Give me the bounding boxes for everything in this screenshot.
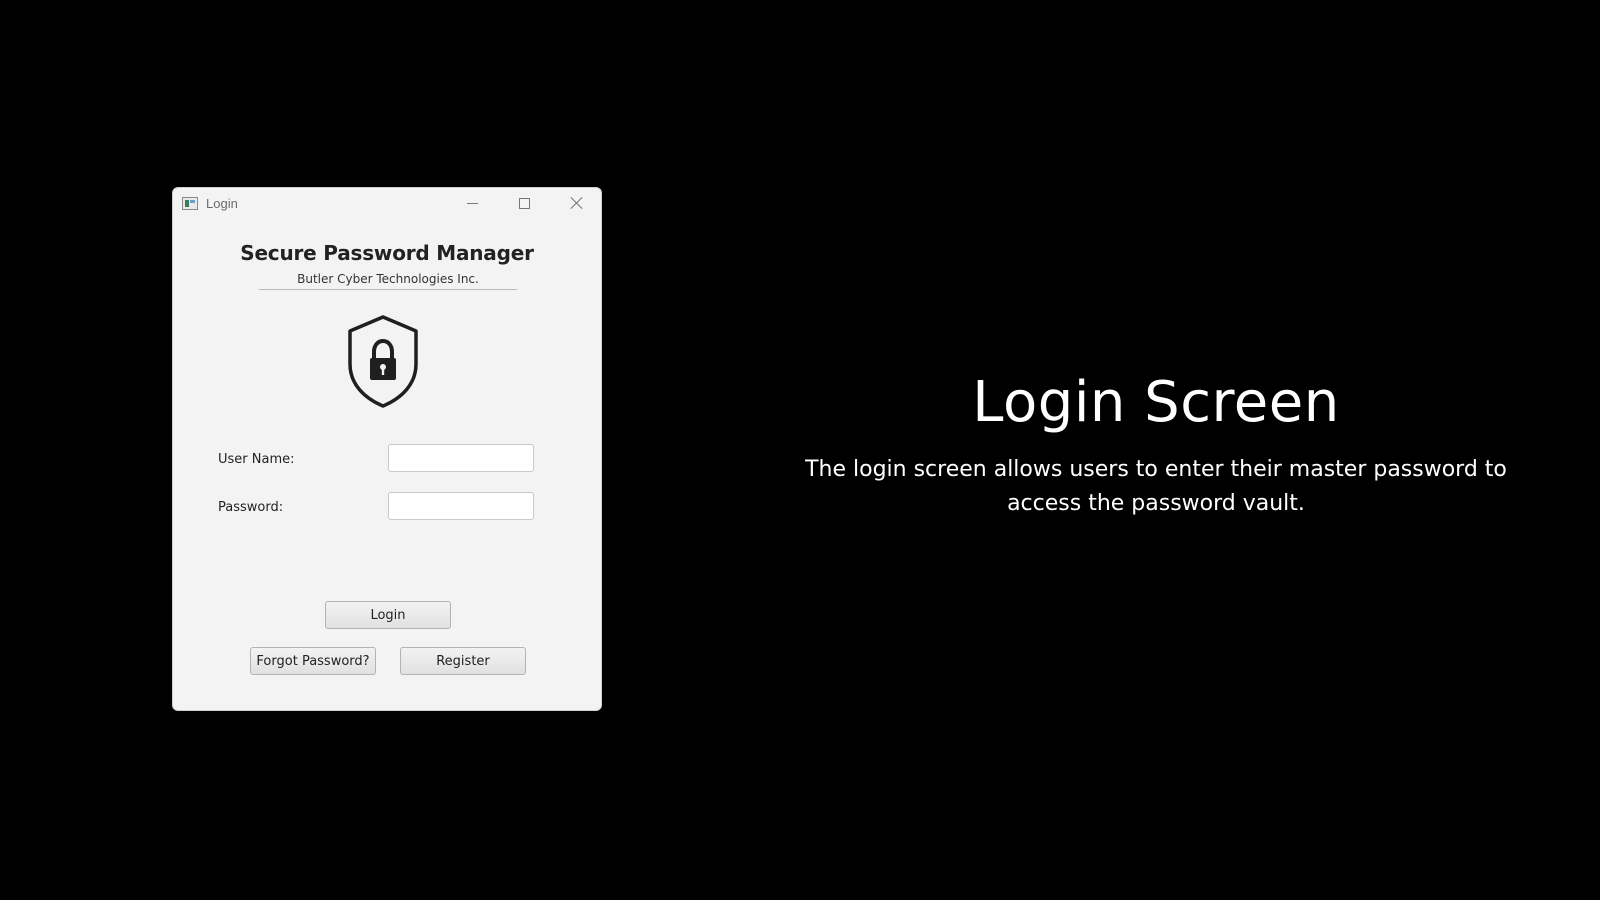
login-window: Login Secure Password Manager Butler Cyb… [172, 187, 602, 711]
close-icon [570, 196, 583, 209]
window-title: Login [206, 196, 238, 211]
app-icon [182, 197, 198, 210]
maximize-button[interactable] [501, 188, 547, 218]
username-label: User Name: [218, 452, 295, 467]
window-titlebar[interactable]: Login [173, 188, 601, 220]
app-heading: Secure Password Manager [240, 241, 534, 265]
forgot-password-button[interactable]: Forgot Password? [250, 647, 376, 675]
slide-title: Login Screen [972, 370, 1340, 435]
minimize-icon [467, 203, 478, 204]
password-label: Password: [218, 500, 284, 515]
slide: Login Secure Password Manager Butler Cyb… [0, 0, 1600, 900]
password-input[interactable] [388, 492, 534, 520]
maximize-icon [519, 198, 530, 209]
username-input[interactable] [388, 444, 534, 472]
slide-description: The login screen allows users to enter t… [805, 457, 1507, 516]
close-button[interactable] [553, 188, 599, 218]
login-button[interactable]: Login [325, 601, 451, 629]
minimize-button[interactable] [449, 188, 495, 218]
company-name: Butler Cyber Technologies Inc. [259, 272, 517, 290]
register-button[interactable]: Register [400, 647, 526, 675]
shield-lock-icon [348, 315, 418, 408]
